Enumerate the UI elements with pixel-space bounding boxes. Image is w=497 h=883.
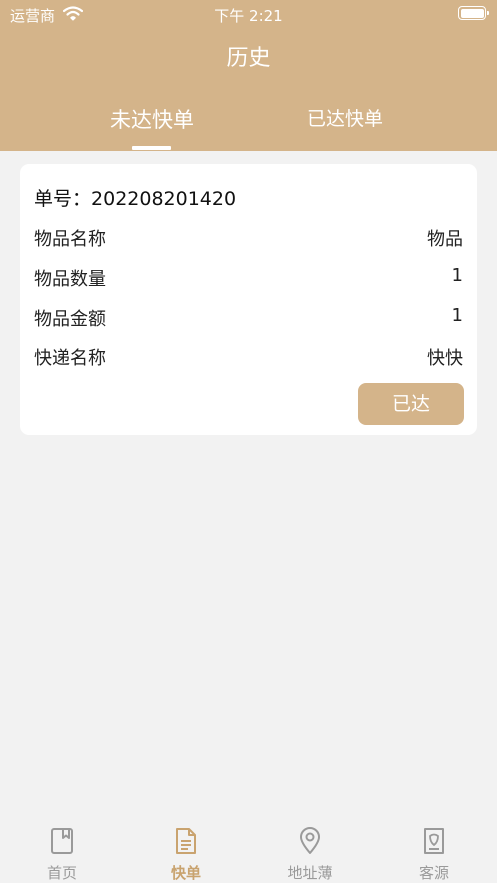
item-amount-label: 物品金额 [34, 309, 106, 330]
courier-name-row: 快递名称 快快 [34, 344, 463, 370]
item-quantity-label: 物品数量 [34, 269, 106, 290]
tabbar-item-orders[interactable]: 快单 [124, 817, 248, 883]
item-amount-row: 物品金额 1 [34, 305, 463, 331]
item-name-label: 物品名称 [34, 229, 106, 250]
tab-unarrived-orders[interactable]: 未达快单 [52, 104, 252, 134]
item-amount-value: 1 [451, 305, 463, 326]
tabbar-item-address-book[interactable]: 地址薄 [248, 817, 372, 883]
item-quantity-row: 物品数量 1 [34, 265, 463, 291]
tabbar-label-address-book: 地址薄 [287, 864, 333, 882]
page-title: 历史 [226, 46, 271, 71]
battery-icon [458, 6, 489, 20]
bottom-tab-bar: 首页 快单 地址薄 客源 [0, 817, 497, 883]
tabbar-item-customers[interactable]: 客源 [372, 817, 496, 883]
courier-name-value: 快快 [427, 348, 463, 369]
tab-arrived-orders[interactable]: 已达快单 [245, 104, 445, 131]
courier-name-label: 快递名称 [34, 348, 106, 369]
tabbar-item-home[interactable]: 首页 [0, 817, 124, 883]
tabbar-label-orders: 快单 [170, 864, 201, 882]
mark-arrived-button[interactable]: 已达 [358, 383, 464, 425]
status-time: 下午 2:21 [214, 7, 283, 25]
item-quantity-value: 1 [451, 265, 463, 286]
status-bar: 运营商 下午 2:21 [0, 0, 497, 30]
order-number-label: 单号： [34, 188, 92, 210]
header: 运营商 下午 2:21 历史 未达快单 已达快单 [0, 0, 497, 151]
tabbar-label-customers: 客源 [418, 864, 449, 882]
order-number: 单号：202208201420 [34, 184, 236, 211]
order-number-value: 202208201420 [91, 188, 237, 210]
item-name-value: 物品 [427, 229, 463, 250]
order-card: 单号：202208201420 物品名称 物品 物品数量 1 物品金额 1 快递… [20, 164, 477, 435]
item-name-row: 物品名称 物品 [34, 225, 463, 251]
tabbar-label-home: 首页 [46, 864, 77, 882]
active-tab-indicator [132, 146, 171, 150]
